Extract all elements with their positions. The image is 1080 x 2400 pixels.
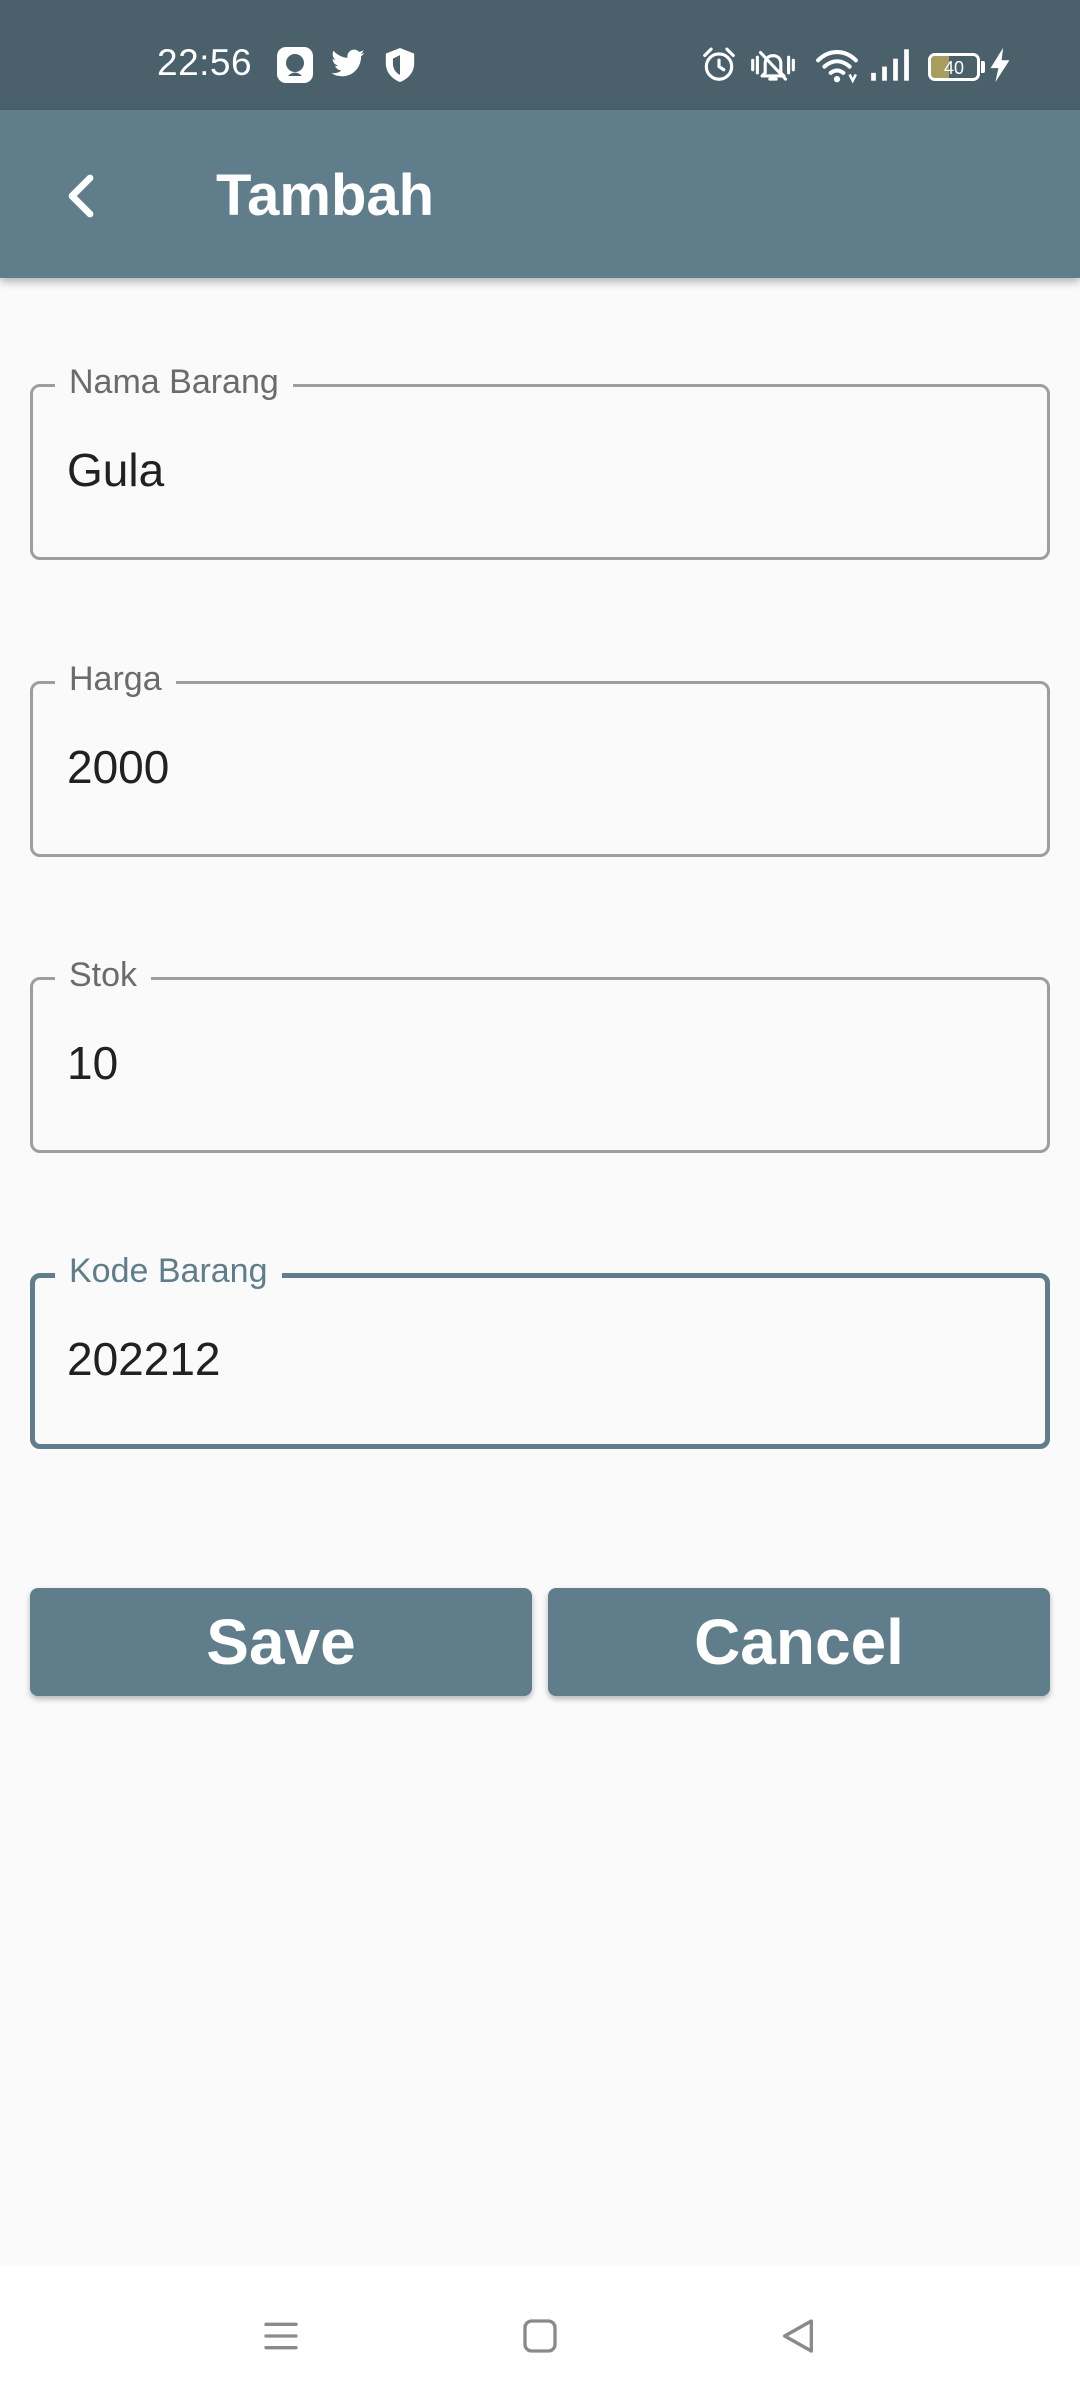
bubble-notification-icon [277,47,313,83]
stok-value: 10 [67,1037,119,1089]
battery-tip [981,61,985,73]
cancel-button[interactable]: Cancel [548,1588,1050,1696]
harga-label: Harga [55,657,176,701]
nama-barang-field[interactable]: Nama Barang Gula [30,360,1050,560]
app-bar: Tambah [0,110,1080,278]
status-time: 22:56 [157,42,253,83]
home-button[interactable] [500,2296,580,2376]
status-bar: 22:56 40 [0,0,1080,110]
menu-icon [264,2322,298,2350]
chevron-left-icon [68,174,94,218]
nama-barang-label: Nama Barang [55,360,293,404]
nama-barang-value: Gula [67,444,165,496]
twitter-icon [331,49,365,77]
back-button[interactable] [40,154,124,238]
kode-barang-value: 202212 [67,1333,221,1385]
harga-value: 2000 [67,741,170,793]
stok-field[interactable]: Stok 10 [30,953,1050,1153]
vibrate-silent-icon [751,50,795,81]
kode-barang-field[interactable]: Kode Barang 202212 [30,1249,1050,1449]
page-title: Tambah [216,163,435,228]
back-nav-button[interactable] [758,2296,838,2376]
battery-level: 40 [943,58,965,78]
alarm-icon [703,47,735,81]
navigation-bar [0,2266,1080,2400]
stok-label: Stok [55,953,152,997]
shield-icon [385,48,415,82]
home-icon [523,2319,557,2353]
kode-barang-label: Kode Barang [55,1249,282,1293]
wifi-icon [816,50,858,84]
recent-apps-button[interactable] [241,2296,321,2376]
back-triangle-icon [783,2319,813,2353]
cellular-signal-icon [871,49,909,81]
charging-bolt-icon [990,47,1010,83]
save-button[interactable]: Save [30,1588,532,1696]
harga-field[interactable]: Harga 2000 [30,657,1050,857]
battery-icon: 40 [928,53,980,81]
